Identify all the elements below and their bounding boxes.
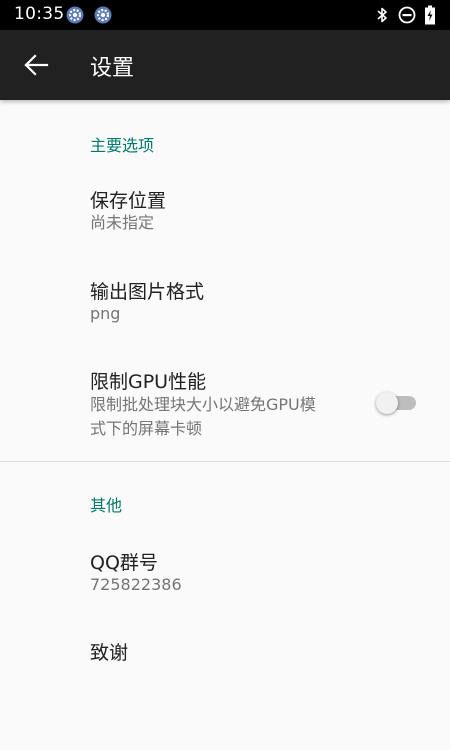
pref-thanks[interactable]: 致谢 xyxy=(0,617,450,683)
pref-output-format[interactable]: 输出图片格式 png xyxy=(0,255,450,339)
battery-charging-icon xyxy=(425,5,435,25)
pref-summary: 式下的屏幕卡顿 xyxy=(90,419,203,438)
pref-save-location[interactable]: 保存位置 尚未指定 xyxy=(0,165,450,247)
app-bar: 设置 xyxy=(0,30,450,100)
pref-title: 输出图片格式 xyxy=(90,281,205,303)
pref-title: QQ群号 xyxy=(90,552,158,574)
switch-thumb xyxy=(376,392,398,414)
page-title: 设置 xyxy=(90,56,135,81)
section-header-main: 主要选项 xyxy=(90,136,155,155)
bluetooth-icon xyxy=(377,7,387,23)
pref-title: 致谢 xyxy=(90,642,129,664)
pref-title: 限制GPU性能 xyxy=(90,371,207,393)
pref-summary: 尚未指定 xyxy=(90,213,155,232)
settings-gear-icon xyxy=(94,6,112,24)
pref-qq-group[interactable]: QQ群号 725822386 xyxy=(0,527,450,609)
section-divider xyxy=(0,461,450,462)
limit-gpu-toggle[interactable] xyxy=(376,392,416,414)
status-time: 10:35 xyxy=(14,4,65,24)
pref-summary: 725822386 xyxy=(90,575,182,594)
pref-summary: png xyxy=(90,304,121,323)
section-header-other: 其他 xyxy=(90,496,123,515)
pref-title: 保存位置 xyxy=(90,190,167,212)
status-bar: 10:35 xyxy=(0,0,450,30)
arrow-back-icon xyxy=(24,54,49,76)
pref-summary: 限制批处理块大小以避免GPU模 xyxy=(90,395,316,414)
do-not-disturb-icon xyxy=(398,6,416,24)
settings-gear-icon xyxy=(66,6,84,24)
back-button[interactable] xyxy=(14,43,58,87)
